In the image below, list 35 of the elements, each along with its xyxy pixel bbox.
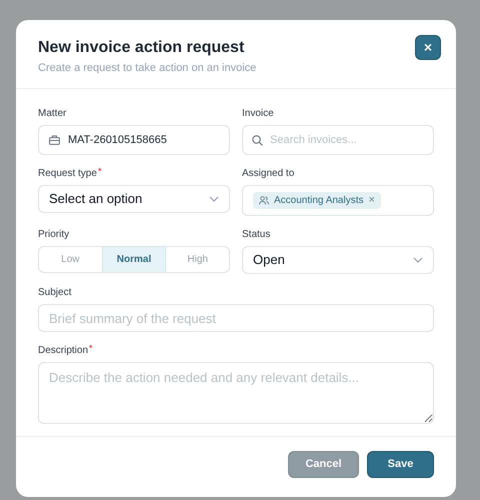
assignee-chip[interactable]: Accounting Analysts ×: [253, 192, 381, 209]
field-label: Request type: [38, 167, 97, 181]
users-icon: [259, 196, 269, 205]
description-field[interactable]: Describe the action needed and any relevant details...: [38, 362, 434, 424]
close-button[interactable]: ×: [415, 35, 441, 60]
field-label: Assigned to: [242, 167, 294, 181]
field-label: Priority: [38, 228, 70, 242]
dialog-title: New invoice action request: [38, 38, 246, 58]
chevron-down-icon: [413, 257, 423, 263]
save-button[interactable]: Save: [367, 451, 434, 478]
matter-field[interactable]: MAT-260105158665: [38, 125, 230, 155]
select-value: Select an option: [49, 190, 142, 208]
select-value: Open: [253, 251, 285, 270]
dialog-subtitle: Create a request to take action on an invoice: [38, 61, 256, 76]
subject-field[interactable]: Brief summary of the request: [38, 304, 434, 332]
select-field[interactable]: Select an option: [38, 185, 230, 213]
assignee-field[interactable]: Accounting Analysts ×: [242, 185, 434, 216]
search-field[interactable]: Search invoices...: [242, 125, 434, 155]
field-value: MAT-260105158665: [68, 132, 167, 148]
chip-label: Accounting Analysts: [274, 194, 364, 208]
priority-option[interactable]: Normal: [102, 247, 166, 272]
cancel-button[interactable]: Cancel: [288, 451, 359, 478]
remove-chip-button[interactable]: ×: [368, 195, 375, 206]
select-field[interactable]: Open: [242, 246, 434, 274]
priority-option[interactable]: High: [165, 247, 229, 272]
field-label: Subject: [38, 286, 72, 300]
field-label: Invoice: [242, 107, 274, 121]
chevron-down-icon: [209, 196, 219, 202]
required-mark: *: [98, 166, 102, 176]
field-label: Matter: [38, 107, 66, 121]
search-icon: [252, 135, 263, 146]
field-label: Description: [38, 344, 88, 358]
field-label: Status: [242, 228, 270, 242]
briefcase-icon: [49, 135, 60, 145]
required-mark: *: [89, 343, 93, 353]
